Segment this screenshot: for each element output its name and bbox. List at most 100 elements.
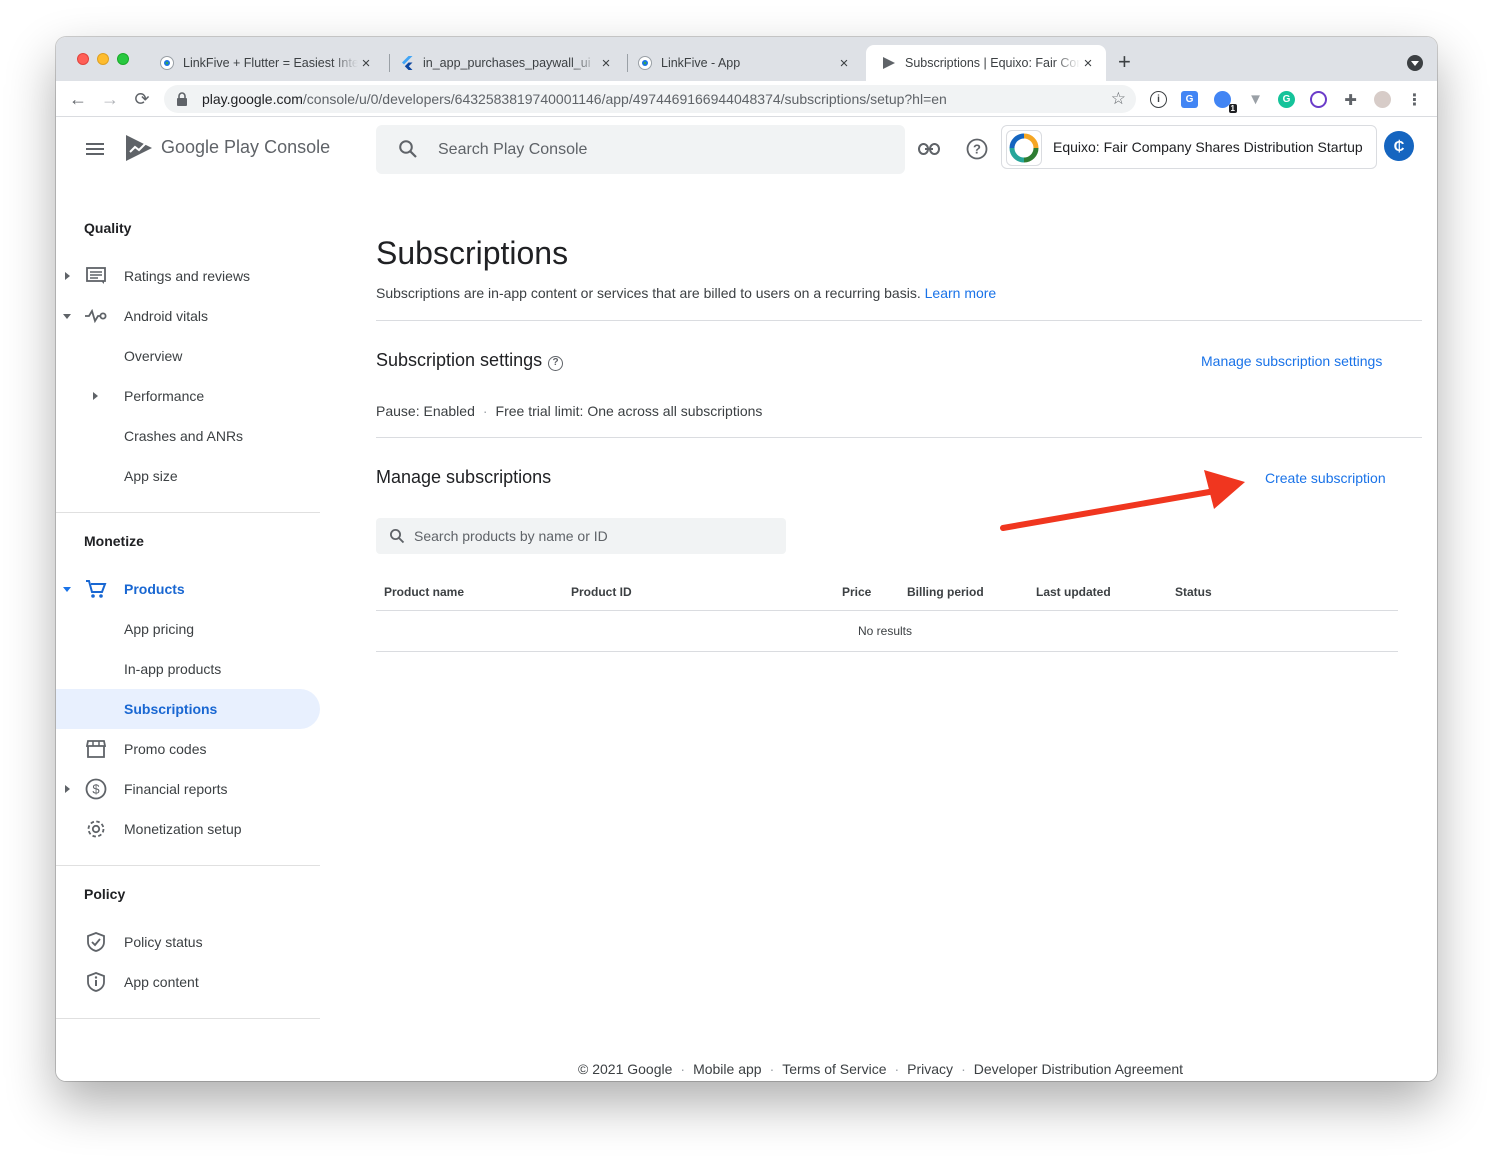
section-quality: Quality (84, 220, 132, 236)
reload-icon[interactable]: ⟳ (131, 88, 153, 110)
tab-search-icon[interactable] (1407, 55, 1423, 71)
tab-close-icon[interactable]: × (1080, 55, 1096, 72)
storefront-icon (85, 738, 107, 760)
collapse-caret-icon[interactable] (63, 313, 71, 319)
sidebar-item-label: Android vitals (124, 308, 209, 324)
help-circle-icon[interactable]: ? (548, 356, 564, 371)
sidebar-item-app-pricing[interactable]: App pricing (56, 609, 320, 649)
sidebar-item-label: Products (124, 581, 185, 597)
profile-avatar[interactable] (1374, 91, 1391, 108)
footer-link-mobile-app[interactable]: Mobile app (693, 1061, 762, 1077)
column-header-status[interactable]: Status (1175, 585, 1212, 599)
brand-console: Console (264, 137, 331, 157)
back-icon[interactable]: ← (67, 88, 89, 110)
column-header-product-name[interactable]: Product name (384, 585, 464, 599)
expand-caret-icon[interactable] (65, 272, 70, 280)
sidebar-item-overview[interactable]: Overview (56, 336, 320, 376)
collapse-caret-icon[interactable] (63, 586, 71, 592)
sidebar-item-crashes[interactable]: Crashes and ANRs (56, 416, 320, 456)
footer-link-dda[interactable]: Developer Distribution Agreement (974, 1061, 1183, 1077)
expand-caret-icon[interactable] (93, 392, 98, 400)
puzzle-extensions-icon[interactable]: ✚ (1342, 91, 1359, 109)
bookmark-star-icon[interactable]: ☆ (1111, 89, 1126, 109)
app-selector[interactable]: Equixo: Fair Company Shares Distribution… (1001, 125, 1377, 169)
grammarly-extension-icon[interactable]: G (1278, 91, 1295, 108)
product-search-input[interactable]: Search products by name or ID (376, 518, 786, 554)
address-bar[interactable]: play.google.com/console/u/0/developers/6… (164, 85, 1136, 113)
sidebar-item-label: Financial reports (124, 781, 228, 797)
app-logo-icon (1006, 130, 1042, 166)
browser-tab[interactable]: LinkFive + Flutter = Easiest Integ × (144, 45, 384, 81)
sidebar-item-label: Promo codes (124, 741, 207, 757)
sidebar-item-financial-reports[interactable]: $ Financial reports (56, 769, 320, 809)
sidebar-item-inapp-products[interactable]: In-app products (56, 649, 320, 689)
play-console-favicon-icon (882, 56, 896, 70)
account-avatar[interactable]: ₵ (1384, 131, 1414, 161)
sidebar-item-ratings[interactable]: Ratings and reviews (56, 256, 320, 296)
link-icon[interactable] (917, 137, 941, 161)
forward-icon[interactable]: → (99, 88, 121, 110)
browser-tab-active[interactable]: Subscriptions | Equixo: Fair Com × (866, 45, 1106, 81)
section-divider (376, 320, 1422, 321)
free-trial-setting: Free trial limit: One across all subscri… (495, 403, 763, 419)
browser-tab[interactable]: in_app_purchases_paywall_ui × (384, 45, 624, 81)
sidebar-item-policy-status[interactable]: Policy status (56, 922, 320, 962)
sidebar-item-products[interactable]: Products (56, 569, 320, 609)
sidebar-item-label: Monetization setup (124, 821, 242, 837)
column-header-price[interactable]: Price (842, 585, 871, 599)
play-console-app: Google Play Console Quality Ratings and … (56, 117, 1437, 1081)
window-minimize-button[interactable] (97, 53, 109, 65)
create-subscription-link[interactable]: Create subscription (1265, 470, 1386, 486)
tab-close-icon[interactable]: × (836, 55, 852, 72)
chatroom-extension-icon[interactable] (1310, 91, 1327, 108)
browser-tab[interactable]: LinkFive - App × (622, 45, 862, 81)
separator-dot: · (482, 403, 488, 419)
lock-icon (176, 92, 190, 106)
description-text: Subscriptions are in-app content or serv… (376, 285, 921, 301)
section-policy: Policy (84, 886, 126, 902)
section-monetize: Monetize (84, 533, 144, 549)
window-close-button[interactable] (77, 53, 89, 65)
sidebar-item-label: In-app products (124, 661, 222, 677)
new-tab-button[interactable]: + (1118, 49, 1131, 75)
annotation-arrow (1000, 470, 1245, 531)
tab-title: LinkFive - App (661, 56, 741, 70)
tab-close-icon[interactable]: × (598, 55, 614, 72)
shield-check-icon (85, 931, 107, 953)
footer-link-terms[interactable]: Terms of Service (782, 1061, 886, 1077)
sidebar-item-label: App pricing (124, 621, 195, 637)
tab-close-icon[interactable]: × (358, 55, 374, 72)
learn-more-link[interactable]: Learn more (925, 285, 997, 301)
expand-caret-icon[interactable] (65, 785, 70, 793)
sidebar-item-subscriptions[interactable]: Subscriptions (56, 689, 320, 729)
sidebar-item-android-vitals[interactable]: Android vitals (56, 296, 320, 336)
window-maximize-button[interactable] (117, 53, 129, 65)
footer-link-privacy[interactable]: Privacy (907, 1061, 953, 1077)
manage-subscription-settings-link[interactable]: Manage subscription settings (1201, 353, 1382, 369)
sidebar-item-app-size[interactable]: App size (56, 456, 320, 496)
sidebar-item-app-content[interactable]: App content (56, 962, 320, 1002)
column-header-product-id[interactable]: Product ID (571, 585, 632, 599)
column-header-billing-period[interactable]: Billing period (907, 585, 984, 599)
menu-icon[interactable] (86, 143, 104, 155)
ghost-extension-icon[interactable]: 1 (1214, 91, 1237, 113)
google-play-console-logo-icon (124, 133, 154, 163)
footer-copyright: © 2021 Google (578, 1061, 673, 1077)
help-icon[interactable]: ? (965, 137, 989, 161)
shield-info-icon (85, 971, 107, 993)
vue-extension-icon[interactable]: ▼ (1247, 91, 1264, 108)
sidebar-item-performance[interactable]: Performance (56, 376, 320, 416)
sidebar: Google Play Console Quality Ratings and … (56, 117, 330, 1081)
section-divider (376, 437, 1422, 438)
password-manager-extension-icon[interactable]: i (1150, 91, 1167, 108)
svg-text:$: $ (92, 782, 100, 797)
url-host: play.google.com (202, 91, 303, 107)
product-search-placeholder: Search products by name or ID (414, 528, 608, 544)
translate-extension-icon[interactable]: G (1181, 91, 1198, 108)
sidebar-item-monetization-setup[interactable]: Monetization setup (56, 809, 320, 849)
brand-google-play: Google Play (161, 137, 260, 157)
search-input[interactable]: Search Play Console (376, 125, 905, 174)
sidebar-item-promo-codes[interactable]: Promo codes (56, 729, 320, 769)
column-header-last-updated[interactable]: Last updated (1036, 585, 1111, 599)
browser-menu-icon[interactable]: ⋮ (1406, 91, 1423, 109)
